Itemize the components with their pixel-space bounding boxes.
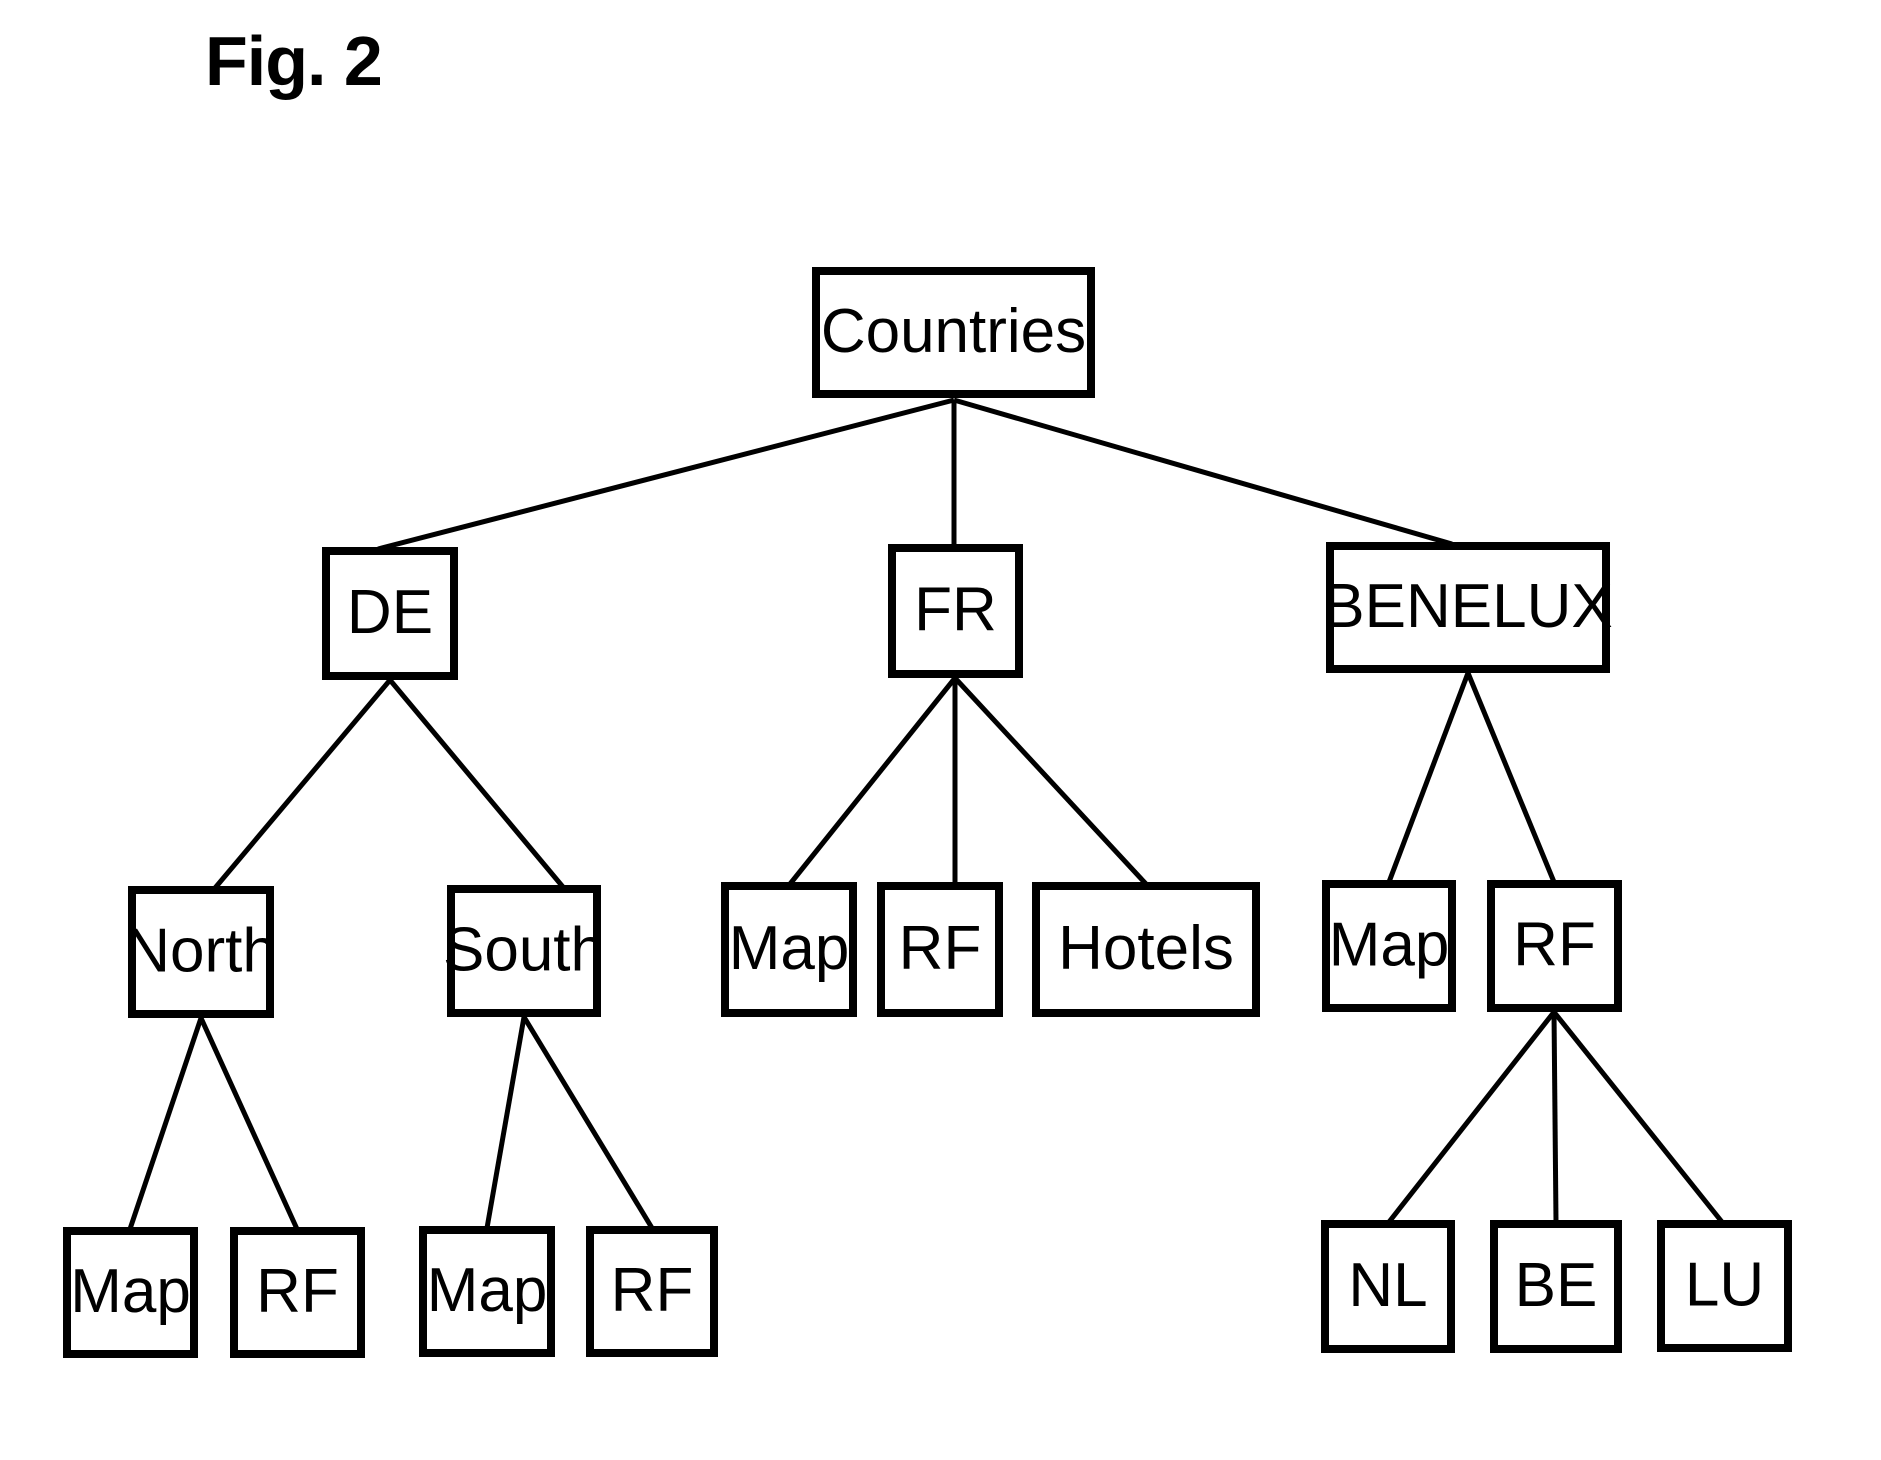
tree-node-de[interactable]: DE — [322, 547, 458, 680]
tree-edge-bnl-rf-to-bnl-be — [1551, 1011, 1559, 1223]
tree-node-bnl-nl[interactable]: NL — [1321, 1220, 1455, 1353]
node-label-bnl-map: Map — [1329, 910, 1450, 979]
tree-node-bnl-lu[interactable]: LU — [1657, 1220, 1792, 1352]
tree-node-de-north[interactable]: North — [125, 886, 277, 1018]
tree-node-benelux[interactable]: BENELUX — [1323, 542, 1613, 673]
node-label-bnl-be: BE — [1515, 1251, 1598, 1320]
tree-node-north-map[interactable]: Map — [63, 1227, 198, 1358]
node-label-fr-map: Map — [729, 914, 850, 983]
tree-edge-de-to-de-north — [213, 678, 392, 890]
tree-edge-bnl-rf-to-bnl-lu — [1552, 1010, 1724, 1224]
node-label-north-rf: RF — [256, 1257, 339, 1326]
node-label-de-south: South — [443, 915, 605, 984]
edge-layer — [127, 397, 1724, 1231]
tree-node-bnl-be[interactable]: BE — [1490, 1220, 1622, 1353]
tree-node-north-rf[interactable]: RF — [230, 1227, 365, 1358]
node-label-south-rf: RF — [611, 1256, 694, 1325]
tree-edge-de-north-to-north-map — [127, 1017, 204, 1230]
tree-edge-countries-to-benelux — [953, 397, 1453, 547]
tree-node-countries[interactable]: Countries — [812, 267, 1095, 398]
tree-node-fr[interactable]: FR — [888, 544, 1023, 678]
tree-edge-de-south-to-south-rf — [521, 1015, 655, 1230]
tree-node-de-south[interactable]: South — [443, 885, 605, 1017]
tree-edge-benelux-to-bnl-rf — [1465, 672, 1557, 883]
tree-node-fr-hotels[interactable]: Hotels — [1032, 882, 1260, 1017]
node-label-fr-rf: RF — [899, 914, 982, 983]
node-label-fr-hotels: Hotels — [1058, 914, 1234, 983]
tree-edge-fr-to-fr-map — [788, 676, 957, 886]
tree-node-fr-map[interactable]: Map — [721, 882, 857, 1017]
tree-edge-de-to-de-south — [388, 678, 565, 889]
figure-root: Fig. 2 Countries DE FR BENELUX North South Map… — [0, 0, 1881, 1460]
node-label-bnl-rf: RF — [1513, 910, 1596, 979]
node-label-south-map: Map — [427, 1256, 548, 1325]
tree-node-south-map[interactable]: Map — [419, 1226, 555, 1357]
node-layer: Countries DE FR BENELUX North South Map RF Hotel… — [63, 267, 1792, 1358]
tree-diagram: Countries DE FR BENELUX North South Map RF Hotel… — [63, 267, 1792, 1358]
node-label-de: DE — [347, 578, 433, 647]
node-label-bnl-nl: NL — [1348, 1251, 1427, 1320]
tree-node-south-rf[interactable]: RF — [586, 1226, 718, 1357]
node-label-de-north: North — [125, 916, 277, 985]
tree-node-fr-rf[interactable]: RF — [877, 882, 1003, 1017]
node-label-bnl-lu: LU — [1685, 1250, 1764, 1319]
node-label-benelux: BENELUX — [1323, 572, 1612, 641]
tree-edge-de-south-to-south-map — [484, 1016, 527, 1229]
tree-edge-de-north-to-north-rf — [198, 1016, 300, 1231]
tree-edge-countries-to-de — [377, 397, 955, 552]
node-label-countries: Countries — [821, 297, 1086, 366]
tree-node-bnl-map[interactable]: Map — [1322, 880, 1456, 1012]
tree-node-bnl-rf[interactable]: RF — [1487, 880, 1622, 1012]
tree-edge-benelux-to-bnl-map — [1386, 672, 1471, 883]
tree-edge-bnl-rf-to-bnl-nl — [1387, 1010, 1556, 1224]
tree-edge-fr-to-fr-hotels — [953, 676, 1148, 886]
node-label-north-map: Map — [70, 1257, 191, 1326]
node-label-fr: FR — [914, 575, 997, 644]
